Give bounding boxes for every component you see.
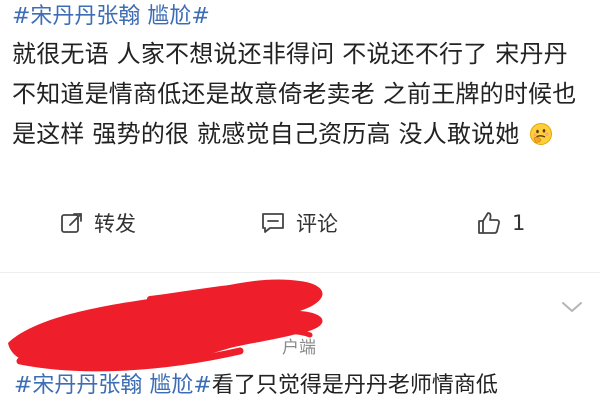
share-icon xyxy=(61,213,82,233)
next-post-text: #宋丹丹张翰 尴尬#看了只觉得是丹丹老师情商低 xyxy=(14,371,498,401)
comment-label: 评论 xyxy=(296,212,338,236)
repost-label: 转发 xyxy=(94,212,136,236)
post-body: 就很无语 人家不想说还非得问 不说还不行了 宋丹丹不知道是情商低还是故意倚老卖老… xyxy=(12,34,592,154)
repost-button[interactable]: 转发 xyxy=(60,208,136,238)
next-weibo-post: 户端 #宋丹丹张翰 尴尬#看了只觉得是丹丹老师情商低 xyxy=(0,273,600,406)
next-post-meta: 户端 xyxy=(282,338,316,358)
like-button[interactable]: 1 xyxy=(476,208,525,238)
comment-button[interactable]: 评论 xyxy=(260,208,338,238)
thinking-face-emoji-icon xyxy=(530,123,553,145)
hashtag-topic-line: #宋丹丹张翰 尴尬# xyxy=(12,2,210,32)
comment-icon xyxy=(262,213,284,233)
next-post-hashtag-link[interactable]: #宋丹丹张翰 尴尬# xyxy=(14,373,212,398)
next-post-body: 看了只觉得是丹丹老师情商低 xyxy=(211,373,498,398)
post-action-bar: 转发 评论 1 xyxy=(0,200,600,246)
like-count: 1 xyxy=(512,211,526,235)
weibo-post: #宋丹丹张翰 尴尬# 就很无语 人家不想说还非得问 不说还不行了 宋丹丹不知道是… xyxy=(0,0,600,268)
post-text: 就很无语 人家不想说还非得问 不说还不行了 宋丹丹不知道是情商低还是故意倚老卖老… xyxy=(12,40,577,148)
chevron-down-icon[interactable] xyxy=(560,299,584,315)
hashtag-link[interactable]: #宋丹丹张翰 尴尬# xyxy=(12,4,210,29)
thumbs-up-icon xyxy=(478,212,500,234)
